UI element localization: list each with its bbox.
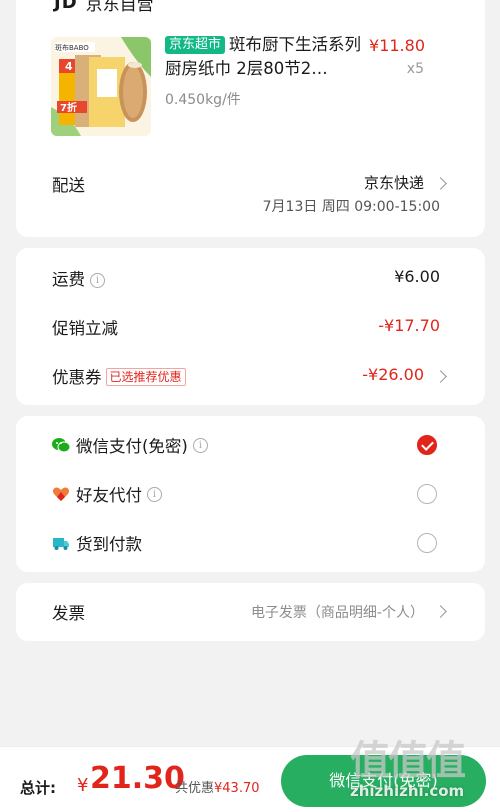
chevron-right-icon bbox=[434, 177, 447, 190]
payment-method-card: 微信支付(免密) i 好友代付 i 货到付款 bbox=[16, 416, 485, 572]
discount-summary: 共优惠¥43.70 bbox=[175, 777, 260, 796]
chevron-right-icon bbox=[434, 605, 447, 618]
product-thumbnail-icon: 斑布BABO 4 7折 bbox=[51, 37, 151, 136]
product-price: ¥11.80 bbox=[369, 36, 425, 55]
product-title[interactable]: 京东超市 斑布厨下生活系列厨房纸巾 2层80节2… bbox=[165, 33, 370, 81]
invoice-row[interactable]: 发票 电子发票（商品明细-个人） bbox=[16, 583, 485, 641]
coupon-label-wrap: 优惠券 已选推荐优惠 bbox=[52, 364, 186, 388]
pay-button[interactable]: 微信支付(免密) bbox=[281, 755, 486, 807]
product-badge-sale: 7折 bbox=[60, 101, 77, 114]
payment-option-wechat[interactable]: 微信支付(免密) i bbox=[52, 433, 208, 457]
payment-option-label: 好友代付 bbox=[76, 486, 142, 505]
info-icon[interactable]: i bbox=[147, 486, 162, 502]
radio-friend[interactable] bbox=[417, 484, 437, 504]
shop-name: 京东自营 bbox=[85, 0, 154, 15]
friend-pay-icon bbox=[53, 487, 69, 501]
payment-option-friend[interactable]: 好友代付 i bbox=[52, 482, 162, 506]
invoice-value: 电子发票（商品明细-个人） bbox=[250, 605, 424, 621]
total-label: 总计: bbox=[20, 779, 56, 797]
promo-label: 促销立减 bbox=[52, 319, 118, 338]
total-amount: 21.30 bbox=[90, 761, 185, 796]
shipping-fee-row: 运费 i bbox=[52, 266, 105, 290]
delivery-time: 7月13日 周四 09:00-15:00 bbox=[262, 199, 440, 215]
radio-wechat-selected[interactable] bbox=[417, 435, 437, 455]
discount-prefix: 共优惠 bbox=[175, 781, 215, 796]
product-badge-number: 4 bbox=[65, 60, 73, 73]
promo-value: -¥17.70 bbox=[378, 316, 440, 335]
coupon-label: 优惠券 bbox=[52, 368, 102, 387]
product-brand: 斑布BABO bbox=[55, 43, 89, 52]
shipping-fee-label: 运费 bbox=[52, 270, 85, 289]
radio-cod[interactable] bbox=[417, 533, 437, 553]
payment-option-cod[interactable]: 货到付款 bbox=[52, 531, 142, 555]
product-quantity: x5 bbox=[406, 61, 424, 77]
coupon-tag: 已选推荐优惠 bbox=[105, 368, 186, 386]
payment-option-label: 货到付款 bbox=[76, 535, 142, 554]
shop-header[interactable]: JD 京东自营 bbox=[54, 0, 154, 15]
chevron-right-icon bbox=[434, 370, 447, 383]
wechat-icon bbox=[52, 438, 70, 453]
invoice-label: 发票 bbox=[52, 604, 85, 623]
product-image[interactable]: 斑布BABO 4 7折 bbox=[51, 37, 151, 136]
shipping-fee-value: ¥6.00 bbox=[394, 267, 440, 286]
supermarket-tag: 京东超市 bbox=[165, 36, 226, 54]
checkout-bar: 总计: ¥ 21.30 共优惠¥43.70 微信支付(免密) bbox=[0, 746, 500, 812]
payment-option-label: 微信支付(免密) bbox=[76, 437, 188, 456]
total-currency: ¥ bbox=[77, 775, 89, 796]
delivery-method: 京东快递 bbox=[363, 174, 424, 192]
info-icon[interactable]: i bbox=[90, 273, 105, 288]
jd-logo: JD bbox=[54, 0, 78, 13]
info-icon[interactable]: i bbox=[192, 437, 208, 453]
discount-value: ¥43.70 bbox=[214, 781, 260, 796]
product-weight: 0.450kg/件 bbox=[165, 92, 241, 108]
order-item-card: JD 京东自营 斑布BABO 4 7折 京东超市 斑布厨下生活系列厨房纸巾 2层8… bbox=[16, 0, 485, 237]
coupon-value: -¥26.00 bbox=[362, 365, 424, 384]
delivery-label: 配送 bbox=[52, 176, 85, 195]
fee-summary-card: 运费 i ¥6.00 促销立减 -¥17.70 优惠券 已选推荐优惠 -¥26.00 bbox=[16, 248, 485, 405]
cod-truck-icon bbox=[53, 538, 69, 550]
